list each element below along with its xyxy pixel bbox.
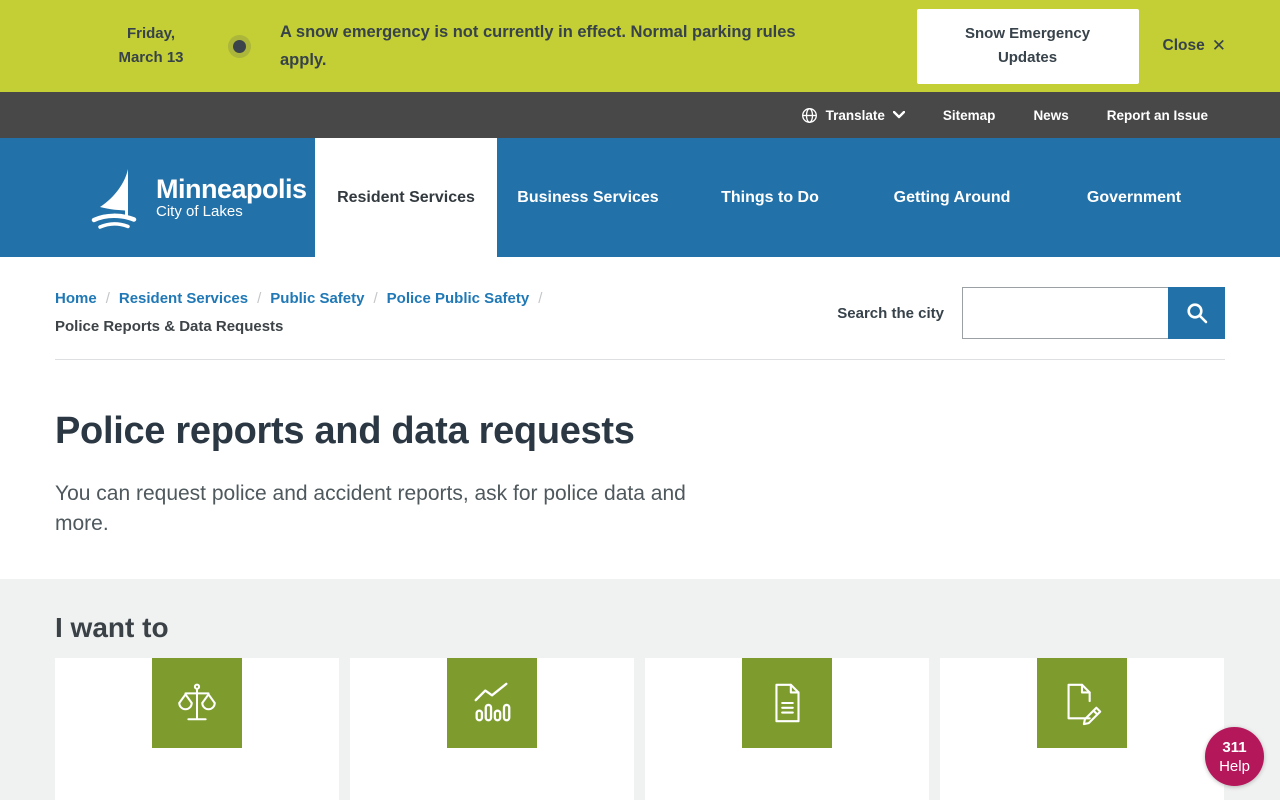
translate-menu[interactable]: Translate xyxy=(801,107,905,124)
close-icon: ✕ xyxy=(1212,36,1226,56)
search-input[interactable] xyxy=(962,287,1168,339)
scales-icon xyxy=(152,658,242,748)
nav-item-getting-around[interactable]: Getting Around xyxy=(861,138,1043,257)
card-reports[interactable] xyxy=(645,658,929,800)
sailboat-icon xyxy=(88,166,146,230)
translate-label: Translate xyxy=(826,108,885,123)
page-title: Police reports and data requests xyxy=(55,410,1225,453)
chart-icon xyxy=(447,658,537,748)
banner-close-button[interactable]: Close ✕ xyxy=(1163,36,1226,56)
nav-list: Resident Services Business Services Thin… xyxy=(315,138,1225,257)
banner-date-line2: March 13 xyxy=(95,46,207,70)
document-icon xyxy=(742,658,832,748)
document-edit-icon xyxy=(1037,658,1127,748)
main-navigation: Minneapolis City of Lakes Resident Servi… xyxy=(0,138,1280,257)
i-want-to-section: I want to xyxy=(0,579,1280,800)
card-police-data[interactable] xyxy=(350,658,634,800)
snow-emergency-banner: Friday, March 13 A snow emergency is not… xyxy=(0,0,1280,92)
breadcrumb-link-police-public-safety[interactable]: Police Public Safety xyxy=(387,290,530,307)
utility-link-report-an-issue[interactable]: Report an Issue xyxy=(1107,108,1208,123)
breadcrumb-separator: / xyxy=(257,290,261,307)
banner-date: Friday, March 13 xyxy=(95,22,207,70)
nav-item-business-services[interactable]: Business Services xyxy=(497,138,679,257)
help-311-label: Help xyxy=(1219,757,1250,776)
search-button[interactable] xyxy=(1168,287,1225,339)
banner-message: A snow emergency is not currently in eff… xyxy=(280,18,828,74)
nav-item-government[interactable]: Government xyxy=(1043,138,1225,257)
help-311-number: 311 xyxy=(1222,738,1246,757)
i-want-to-cards xyxy=(55,658,1225,800)
search-area: Search the city xyxy=(837,285,1225,341)
utility-link-news[interactable]: News xyxy=(1033,108,1068,123)
breadcrumb-current: Police Reports & Data Requests xyxy=(55,313,551,341)
breadcrumb-link-public-safety[interactable]: Public Safety xyxy=(270,290,364,307)
nav-item-things-to-do[interactable]: Things to Do xyxy=(679,138,861,257)
card-request-report[interactable] xyxy=(55,658,339,800)
minneapolis-logo[interactable]: Minneapolis City of Lakes xyxy=(88,138,307,257)
utility-bar: Translate Sitemap News Report an Issue xyxy=(0,92,1280,138)
help-311-badge[interactable]: 311 Help xyxy=(1205,727,1264,786)
banner-close-label: Close xyxy=(1163,37,1205,55)
page-intro: You can request police and accident repo… xyxy=(55,479,705,539)
breadcrumb: Home / Resident Services / Public Safety / Pol… xyxy=(55,285,551,341)
snow-emergency-updates-button[interactable]: Snow Emergency Updates xyxy=(917,9,1139,84)
breadcrumb-separator: / xyxy=(106,290,110,307)
logo-text: Minneapolis City of Lakes xyxy=(156,175,307,221)
utility-link-sitemap[interactable]: Sitemap xyxy=(943,108,996,123)
i-want-to-heading: I want to xyxy=(55,612,1225,644)
breadcrumb-link-resident-services[interactable]: Resident Services xyxy=(119,290,248,307)
search-icon xyxy=(1185,301,1209,325)
breadcrumb-separator: / xyxy=(538,290,542,307)
breadcrumb-separator: / xyxy=(373,290,377,307)
search-label: Search the city xyxy=(837,305,944,322)
banner-date-line1: Friday, xyxy=(95,22,207,46)
card-data-request[interactable] xyxy=(940,658,1224,800)
logo-subtitle: City of Lakes xyxy=(156,203,307,221)
nav-item-resident-services[interactable]: Resident Services xyxy=(315,138,497,257)
logo-title: Minneapolis xyxy=(156,175,307,203)
status-dot-icon xyxy=(233,40,246,53)
globe-icon xyxy=(801,107,818,124)
chevron-down-icon xyxy=(893,111,905,119)
breadcrumb-link-home[interactable]: Home xyxy=(55,290,97,307)
